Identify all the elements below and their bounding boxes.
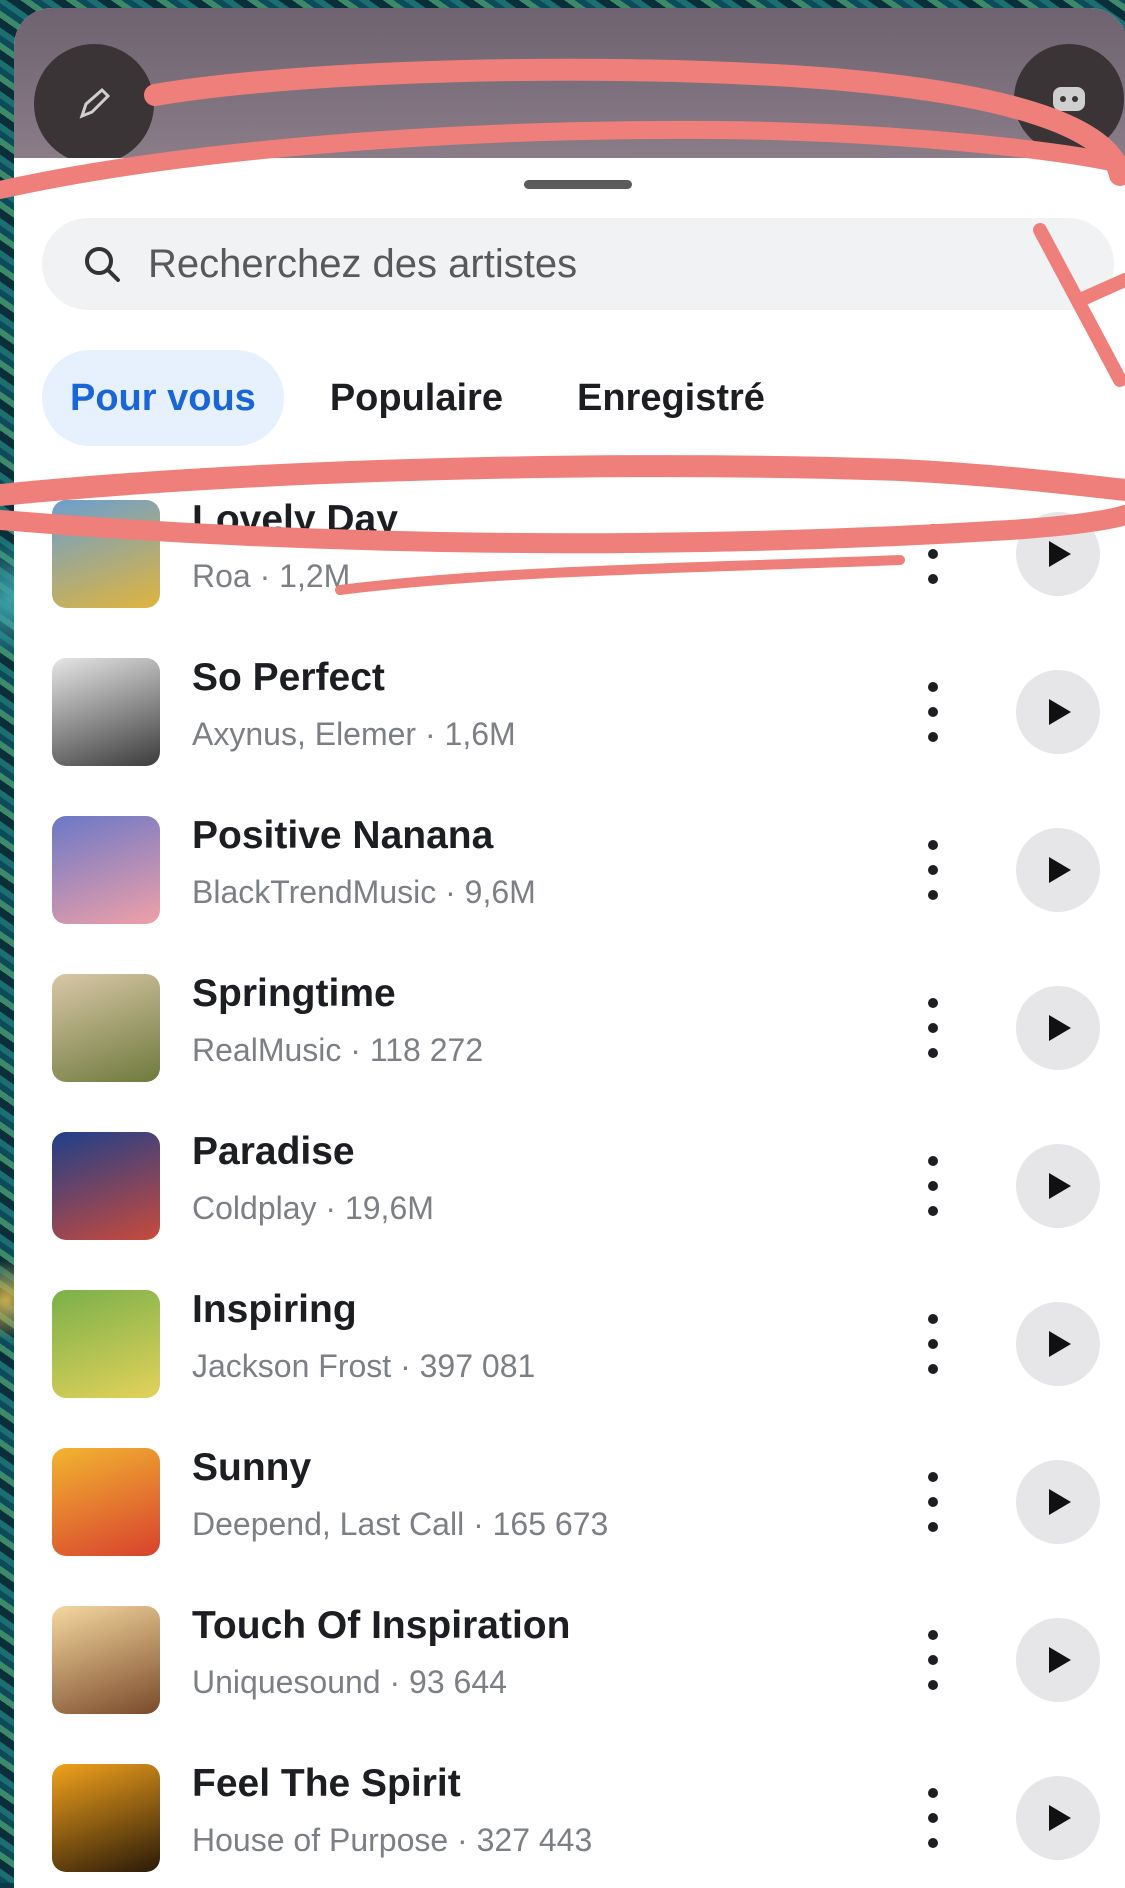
track-row[interactable]: Springtime RealMusic · 118 272: [14, 952, 1125, 1110]
track-cover: [52, 1606, 160, 1714]
track-list: Lovely Day Roa · 1,2M So Perfect Axynus,…: [14, 478, 1125, 1888]
track-cover: [52, 1764, 160, 1872]
play-button[interactable]: [1016, 1460, 1100, 1544]
play-icon: [1049, 1331, 1071, 1357]
track-title: Touch Of Inspiration: [192, 1604, 571, 1647]
track-subtitle: RealMusic · 118 272: [192, 1032, 484, 1068]
tab-pour-vous[interactable]: Pour vous: [42, 350, 284, 446]
track-cover: [52, 1448, 160, 1556]
search-input[interactable]: [146, 240, 950, 288]
track-cover: [52, 816, 160, 924]
play-icon: [1049, 541, 1071, 567]
track-cover: [52, 658, 160, 766]
sticker-icon: [1053, 87, 1085, 111]
track-subtitle: Deepend, Last Call · 165 673: [192, 1506, 609, 1542]
more-options-icon[interactable]: [918, 1472, 948, 1532]
more-options-icon[interactable]: [918, 998, 948, 1058]
track-title: Springtime: [192, 972, 396, 1015]
more-options-icon[interactable]: [918, 1314, 948, 1374]
play-icon: [1049, 1015, 1071, 1041]
phone-screen: Pour vous Populaire Enregistré Lovely Da…: [14, 8, 1125, 1888]
more-options-icon[interactable]: [918, 1156, 948, 1216]
track-cover: [52, 1132, 160, 1240]
track-title: Feel The Spirit: [192, 1762, 461, 1805]
search-icon: [85, 247, 120, 282]
track-title: Sunny: [192, 1446, 312, 1489]
play-icon: [1049, 857, 1071, 883]
play-button[interactable]: [1016, 828, 1100, 912]
play-icon: [1049, 699, 1071, 725]
track-subtitle: House of Purpose · 327 443: [192, 1822, 593, 1858]
music-picker-sheet: Pour vous Populaire Enregistré Lovely Da…: [14, 158, 1125, 1888]
play-icon: [1049, 1805, 1071, 1831]
track-subtitle: Jackson Frost · 397 081: [192, 1348, 536, 1384]
edit-button[interactable]: [34, 44, 154, 164]
play-button[interactable]: [1016, 1302, 1100, 1386]
track-row[interactable]: Paradise Coldplay · 19,6M: [14, 1110, 1125, 1268]
play-button[interactable]: [1016, 670, 1100, 754]
tab-bar: Pour vous Populaire Enregistré: [42, 348, 811, 448]
track-title: Paradise: [192, 1130, 355, 1173]
track-subtitle: Roa · 1,2M: [192, 558, 351, 594]
play-icon: [1049, 1173, 1071, 1199]
track-subtitle: Uniquesound · 93 644: [192, 1664, 507, 1700]
more-options-icon[interactable]: [918, 524, 948, 584]
play-icon: [1049, 1647, 1071, 1673]
sheet-grabber[interactable]: [524, 180, 632, 189]
track-cover: [52, 500, 160, 608]
track-title: Lovely Day: [192, 498, 398, 541]
track-subtitle: Axynus, Elemer · 1,6M: [192, 716, 516, 752]
track-row[interactable]: Positive Nanana BlackTrendMusic · 9,6M: [14, 794, 1125, 952]
track-title: So Perfect: [192, 656, 385, 699]
track-row[interactable]: Touch Of Inspiration Uniquesound · 93 64…: [14, 1584, 1125, 1742]
play-icon: [1049, 1489, 1071, 1515]
sticker-button[interactable]: [1014, 44, 1124, 154]
play-button[interactable]: [1016, 512, 1100, 596]
top-bar: [14, 8, 1125, 164]
track-row[interactable]: So Perfect Axynus, Elemer · 1,6M: [14, 636, 1125, 794]
tab-populaire[interactable]: Populaire: [302, 350, 531, 446]
more-options-icon[interactable]: [918, 682, 948, 742]
track-title: Inspiring: [192, 1288, 357, 1331]
track-row[interactable]: Feel The Spirit House of Purpose · 327 4…: [14, 1742, 1125, 1888]
tab-enregistre[interactable]: Enregistré: [549, 350, 793, 446]
track-subtitle: BlackTrendMusic · 9,6M: [192, 874, 536, 910]
track-row[interactable]: Inspiring Jackson Frost · 397 081: [14, 1268, 1125, 1426]
play-button[interactable]: [1016, 1618, 1100, 1702]
search-bar[interactable]: [42, 218, 1114, 310]
track-row[interactable]: Sunny Deepend, Last Call · 165 673: [14, 1426, 1125, 1584]
more-options-icon[interactable]: [918, 1788, 948, 1848]
more-options-icon[interactable]: [918, 1630, 948, 1690]
track-subtitle: Coldplay · 19,6M: [192, 1190, 434, 1226]
play-button[interactable]: [1016, 1776, 1100, 1860]
play-button[interactable]: [1016, 986, 1100, 1070]
track-cover: [52, 974, 160, 1082]
pencil-icon: [79, 87, 111, 119]
track-title: Positive Nanana: [192, 814, 494, 857]
track-row[interactable]: Lovely Day Roa · 1,2M: [14, 478, 1125, 636]
track-cover: [52, 1290, 160, 1398]
play-button[interactable]: [1016, 1144, 1100, 1228]
more-options-icon[interactable]: [918, 840, 948, 900]
